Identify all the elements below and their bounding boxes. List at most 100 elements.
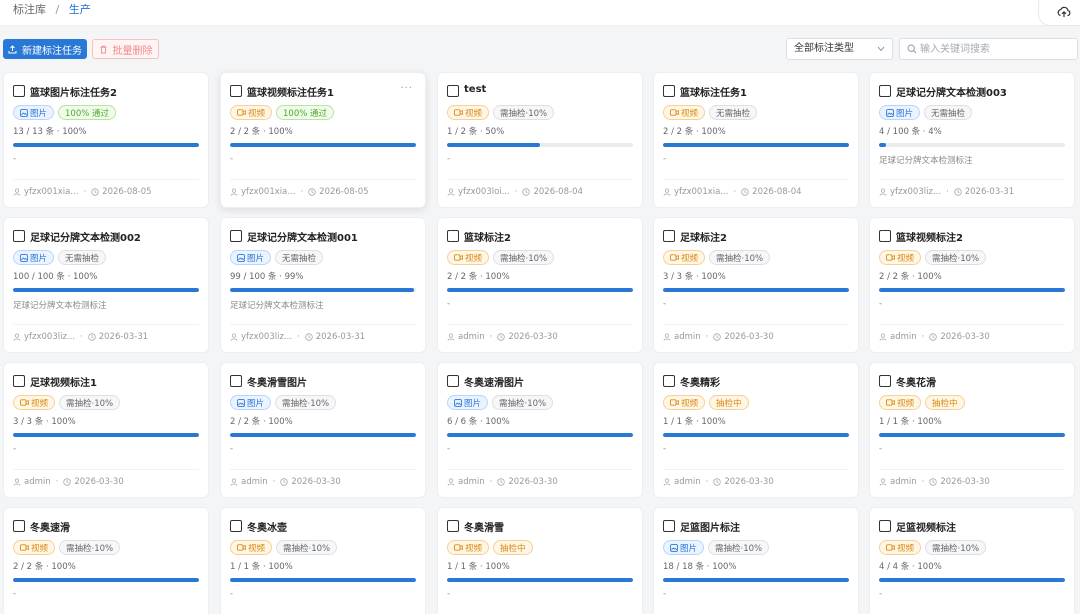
task-card[interactable]: 冬奥滑雪 视频 抽检中 1 / 1 条 · 100% - <box>437 507 643 614</box>
card-checkbox[interactable] <box>13 520 25 532</box>
card-title[interactable]: 足篮图片标注 <box>680 519 740 534</box>
task-card[interactable]: 足球记分牌文本检测001 图片 无需抽检 99 / 100 条 · 99% 足球记分牌文… <box>220 217 426 353</box>
card-footer: admin · 2026-03-30 <box>879 332 990 342</box>
task-card[interactable]: 冬奥速滑 视频 需抽检·10% 2 / 2 条 · 100% - <box>3 507 209 614</box>
task-card[interactable]: 足球标注2 视频 需抽检·10% 3 / 3 条 · 100% - admin · 2026-… <box>653 217 859 353</box>
task-card[interactable]: 冬奥滑雪图片 图片 需抽检·10% 2 / 2 条 · 100% - admin · 2026… <box>220 362 426 498</box>
card-title[interactable]: 足球记分牌文本检测001 <box>247 229 358 244</box>
cloud-upload-icon <box>1057 6 1071 17</box>
task-card[interactable]: 足球视频标注1 视频 需抽检·10% 3 / 3 条 · 100% - admin · 202… <box>3 362 209 498</box>
task-card[interactable]: 篮球图片标注任务2 图片 100% 通过 13 / 13 条 · 100% - yfzx0… <box>3 72 209 208</box>
card-checkbox[interactable] <box>663 85 675 97</box>
card-title[interactable]: 冬奥花滑 <box>896 374 936 389</box>
task-card[interactable]: 篮球标注2 视频 需抽检·10% 2 / 2 条 · 100% - admin · 2026-… <box>437 217 643 353</box>
card-title[interactable]: 冬奥速滑 <box>30 519 70 534</box>
task-card[interactable]: 篮球视频标注2 视频 需抽检·10% 2 / 2 条 · 100% - admin · 202… <box>869 217 1075 353</box>
card-description: 足球记分牌文本检测标注 <box>230 301 324 311</box>
type-badge: 视频 <box>447 540 490 555</box>
card-user: admin <box>890 332 917 342</box>
card-checkbox[interactable] <box>230 230 242 242</box>
card-title[interactable]: test <box>464 84 486 95</box>
card-checkbox[interactable] <box>230 85 242 97</box>
status-badge: 需抽检·10% <box>493 105 555 120</box>
card-footer: yfzx001xia... · 2026-08-05 <box>230 187 369 197</box>
upload-button[interactable] <box>1038 0 1080 26</box>
card-checkbox[interactable] <box>879 375 891 387</box>
card-checkbox[interactable] <box>447 85 459 97</box>
card-title[interactable]: 冬奥冰壶 <box>247 519 287 534</box>
task-card[interactable]: test 视频 需抽检·10% 1 / 2 条 · 50% - yfzx003loi...… <box>437 72 643 208</box>
type-badge: 视频 <box>663 250 706 265</box>
clock-icon <box>88 333 96 341</box>
search-input[interactable] <box>920 41 1070 57</box>
card-tags: 图片 需抽检·10% <box>230 395 337 410</box>
user-icon <box>13 478 21 486</box>
task-card[interactable]: 篮球标注任务1 视频 无需抽检 2 / 2 条 · 100% - yfzx001xia..… <box>653 72 859 208</box>
card-checkbox[interactable] <box>447 230 459 242</box>
card-checkbox[interactable] <box>13 230 25 242</box>
card-checkbox[interactable] <box>447 375 459 387</box>
card-title[interactable]: 篮球图片标注任务2 <box>30 84 117 99</box>
card-title[interactable]: 冬奥滑雪图片 <box>247 374 307 389</box>
task-card[interactable]: 冬奥精彩 视频 抽检中 1 / 1 条 · 100% - admin · 2026-03-30 <box>653 362 859 498</box>
type-label: 视频 <box>465 253 483 264</box>
card-title[interactable]: 篮球视频标注任务1 <box>247 84 334 99</box>
card-title[interactable]: 足球记分牌文本检测002 <box>30 229 141 244</box>
card-description: - <box>879 444 883 454</box>
task-card[interactable]: 足篮图片标注 图片 需抽检·10% 18 / 18 条 · 100% - <box>653 507 859 614</box>
status-badge: 需抽检·10% <box>492 395 554 410</box>
task-card[interactable]: 足篮视频标注 视频 需抽检·10% 4 / 4 条 · 100% - <box>869 507 1075 614</box>
type-badge: 视频 <box>879 540 922 555</box>
more-icon[interactable]: ··· <box>400 83 413 94</box>
card-title[interactable]: 冬奥滑雪 <box>464 519 504 534</box>
card-tags: 视频 需抽检·10% <box>13 540 121 555</box>
clock-icon <box>63 478 72 486</box>
card-checkbox[interactable] <box>879 520 891 532</box>
progress-fill <box>230 433 416 437</box>
card-title[interactable]: 足篮视频标注 <box>896 519 956 534</box>
task-card[interactable]: 冬奥花滑 视频 抽检中 1 / 1 条 · 100% - admin · 2026-03-30 <box>869 362 1075 498</box>
type-filter-select[interactable]: 全部标注类型 <box>786 38 893 60</box>
new-task-button[interactable]: 新建标注任务 <box>3 39 87 59</box>
card-checkbox[interactable] <box>663 375 675 387</box>
card-title[interactable]: 足球标注2 <box>680 229 727 244</box>
card-checkbox[interactable] <box>13 375 25 387</box>
card-title[interactable]: 篮球标注任务1 <box>680 84 747 99</box>
task-card[interactable]: 冬奥速滑图片 图片 需抽检·10% 6 / 6 条 · 100% - admin · 2026… <box>437 362 643 498</box>
card-checkbox[interactable] <box>230 520 242 532</box>
progress-count: 4 / 100 条 · 4% <box>879 127 942 137</box>
card-date: 2026-03-30 <box>940 332 990 342</box>
card-title[interactable]: 篮球标注2 <box>464 229 511 244</box>
batch-delete-button[interactable]: 批量删除 <box>92 39 159 59</box>
card-divider <box>879 469 1065 470</box>
task-card[interactable]: 篮球视频标注任务1 ··· 视频 100% 通过 2 / 2 条 · 100% - yfzx… <box>220 72 426 208</box>
card-user: yfzx001xia... <box>24 187 79 197</box>
progress-bar <box>230 433 416 437</box>
upload-icon <box>8 44 17 53</box>
card-tags: 视频 需抽检·10% <box>879 540 987 555</box>
card-checkbox[interactable] <box>663 520 675 532</box>
progress-bar <box>663 288 849 292</box>
card-tags: 视频 抽检中 <box>447 540 533 555</box>
type-badge: 图片 <box>13 105 55 120</box>
card-description: - <box>663 154 667 164</box>
card-title[interactable]: 篮球视频标注2 <box>896 229 963 244</box>
card-title[interactable]: 足球视频标注1 <box>30 374 97 389</box>
card-checkbox[interactable] <box>447 520 459 532</box>
card-checkbox[interactable] <box>879 230 891 242</box>
card-title[interactable]: 冬奥精彩 <box>680 374 720 389</box>
card-checkbox[interactable] <box>13 85 25 97</box>
card-checkbox[interactable] <box>663 230 675 242</box>
breadcrumb-root[interactable]: 标注库 <box>13 3 46 16</box>
task-card[interactable]: 足球记分牌文本检测003 图片 无需抽检 4 / 100 条 · 4% 足球记分牌文本检… <box>869 72 1075 208</box>
card-checkbox[interactable] <box>230 375 242 387</box>
type-label: 视频 <box>897 398 915 409</box>
card-checkbox[interactable] <box>879 85 891 97</box>
card-title[interactable]: 足球记分牌文本检测003 <box>896 84 1007 99</box>
task-card[interactable]: 足球记分牌文本检测002 图片 无需抽检 100 / 100 条 · 100% 足球记分… <box>3 217 209 353</box>
progress-count: 3 / 3 条 · 100% <box>13 417 76 427</box>
task-card[interactable]: 冬奥冰壶 视频 需抽检·10% 1 / 1 条 · 100% - <box>220 507 426 614</box>
user-icon <box>879 188 887 196</box>
card-divider <box>879 324 1065 325</box>
card-title[interactable]: 冬奥速滑图片 <box>464 374 524 389</box>
